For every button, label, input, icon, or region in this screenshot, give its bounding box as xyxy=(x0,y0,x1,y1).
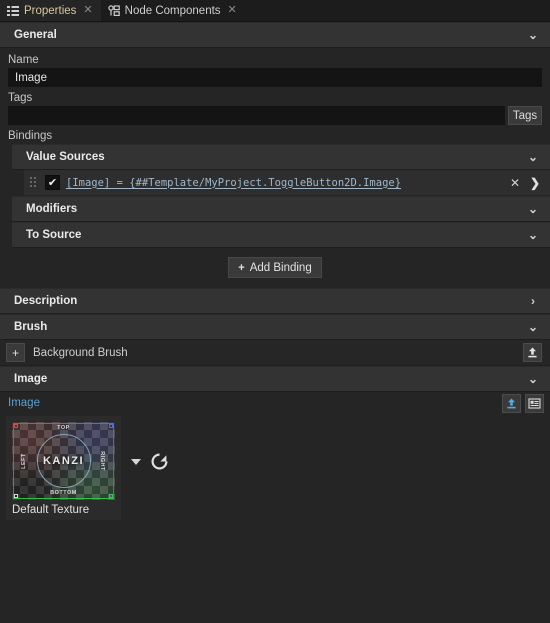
texture-thumbnail[interactable]: TOP BOTTOM LEFT RIGHT KANZI xyxy=(12,422,115,500)
tab-node-components[interactable]: Node Components ✕ xyxy=(100,0,245,21)
node-components-icon xyxy=(107,4,120,17)
bindings-label: Bindings xyxy=(8,130,53,142)
tags-input[interactable] xyxy=(8,106,505,125)
chevron-down-icon[interactable]: ⌄ xyxy=(526,202,540,216)
upload-icon[interactable] xyxy=(502,393,521,413)
texture-edge-right xyxy=(113,423,114,499)
texture-corner-topright xyxy=(109,424,113,428)
texture-edge-left xyxy=(13,423,14,499)
texture-label-right: RIGHT xyxy=(99,451,106,471)
add-binding-label: Add Binding xyxy=(249,261,312,274)
tags-button[interactable]: Tags xyxy=(508,106,542,125)
section-brush-title: Brush xyxy=(14,321,48,333)
section-description[interactable]: Description › xyxy=(0,288,550,314)
background-brush-label: Background Brush xyxy=(33,346,128,359)
properties-panel: General ⌄ Name Image Tags Tags Bindings … xyxy=(0,22,550,520)
texture-edge-bottom xyxy=(13,498,114,499)
section-brush[interactable]: Brush ⌄ xyxy=(0,314,550,340)
tab-bar: Properties ✕ Node Components ✕ xyxy=(0,0,550,22)
section-value-sources[interactable]: Value Sources ⌄ xyxy=(12,144,550,170)
section-general[interactable]: General ⌄ xyxy=(0,22,550,48)
texture-label-center: KANZI xyxy=(42,455,85,467)
tags-label: Tags xyxy=(8,92,33,104)
chevron-down-icon[interactable]: ⌄ xyxy=(526,372,540,386)
texture-corner-bottomleft xyxy=(14,494,18,498)
section-to-source-title: To Source xyxy=(26,229,82,241)
chevron-down-icon[interactable]: ⌄ xyxy=(526,320,540,334)
name-input[interactable]: Image xyxy=(8,68,542,87)
texture-corner-bottomright xyxy=(109,494,113,498)
chevron-down-icon[interactable]: ⌄ xyxy=(526,28,540,42)
chevron-down-icon[interactable]: ⌄ xyxy=(526,228,540,242)
tags-row: Tags xyxy=(8,106,542,125)
drag-handle-icon[interactable] xyxy=(30,176,39,189)
section-modifiers[interactable]: Modifiers ⌄ xyxy=(12,196,550,222)
remove-binding-icon[interactable]: ✕ xyxy=(508,176,522,190)
add-binding-row: + Add Binding xyxy=(0,248,550,288)
image-property-header: Image xyxy=(0,392,550,414)
tab-node-components-label: Node Components xyxy=(124,4,221,17)
section-value-sources-title: Value Sources xyxy=(26,151,105,163)
binding-row[interactable]: ✔ [Image] = {##Template/MyProject.Toggle… xyxy=(24,170,550,196)
chevron-down-icon[interactable] xyxy=(131,458,141,465)
texture-caption: Default Texture xyxy=(12,504,90,516)
section-image-title: Image xyxy=(14,373,48,385)
tab-properties-label: Properties xyxy=(24,4,77,17)
chevron-right-icon[interactable]: ❯ xyxy=(528,176,542,190)
texture-edge-top xyxy=(13,423,114,424)
section-modifiers-title: Modifiers xyxy=(26,203,78,215)
add-binding-button[interactable]: + Add Binding xyxy=(228,257,322,278)
upload-icon[interactable] xyxy=(523,343,542,362)
section-general-title: General xyxy=(14,29,57,41)
binding-enabled-checkbox[interactable]: ✔ xyxy=(45,175,60,190)
section-to-source[interactable]: To Source ⌄ xyxy=(12,222,550,248)
image-property-label[interactable]: Image xyxy=(8,397,498,409)
tab-properties[interactable]: Properties ✕ xyxy=(0,0,101,21)
texture-tools xyxy=(121,416,169,471)
texture-label-bottom: BOTTOM xyxy=(50,490,77,496)
chevron-down-icon[interactable]: ⌄ xyxy=(526,150,540,164)
plus-icon: + xyxy=(238,261,245,274)
section-image[interactable]: Image ⌄ xyxy=(0,366,550,392)
chevron-right-icon[interactable]: › xyxy=(526,294,540,308)
section-description-title: Description xyxy=(14,295,78,307)
texture-label-top: TOP xyxy=(57,425,70,431)
tab-properties-close-icon[interactable]: ✕ xyxy=(81,5,94,16)
texture-corner-topleft xyxy=(14,424,18,428)
texture-card[interactable]: TOP BOTTOM LEFT RIGHT KANZI Default Text… xyxy=(6,416,121,520)
show-properties-icon[interactable] xyxy=(525,393,544,413)
texture-label-left: LEFT xyxy=(20,453,27,469)
texture-chooser: TOP BOTTOM LEFT RIGHT KANZI Default Text… xyxy=(0,414,550,520)
background-brush-row: + Background Brush xyxy=(0,340,550,366)
name-label: Name xyxy=(8,54,39,66)
properties-list-icon xyxy=(7,5,19,17)
binding-expression[interactable]: [Image] = {##Template/MyProject.ToggleBu… xyxy=(66,177,502,189)
add-background-brush-button[interactable]: + xyxy=(6,343,25,362)
reset-icon[interactable] xyxy=(150,452,169,471)
tab-node-components-close-icon[interactable]: ✕ xyxy=(226,5,239,16)
